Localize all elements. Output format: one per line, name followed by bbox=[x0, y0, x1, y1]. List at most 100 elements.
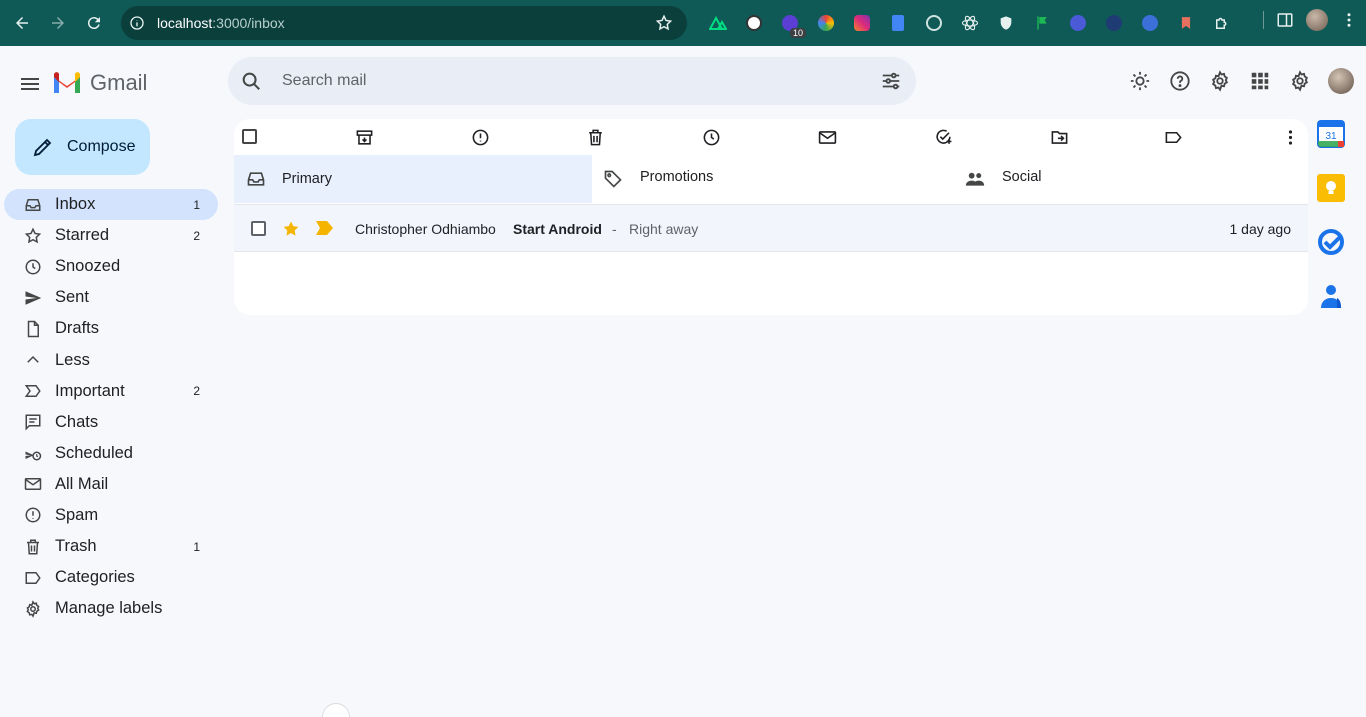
sidebar-item-less[interactable]: Less bbox=[0, 344, 218, 375]
extension-color-icon[interactable] bbox=[808, 10, 844, 36]
add-task-icon[interactable] bbox=[933, 127, 953, 147]
sidebar-item-starred[interactable]: Starred 2 bbox=[0, 220, 218, 251]
sidebar-item-important[interactable]: Important 2 bbox=[0, 376, 218, 407]
compose-button[interactable]: Compose bbox=[15, 119, 150, 175]
search-options-icon[interactable] bbox=[880, 70, 902, 92]
gmail-logo[interactable]: Gmail bbox=[52, 70, 147, 96]
mark-unread-icon[interactable] bbox=[817, 127, 837, 147]
sidebar-item-trash[interactable]: Trash 1 bbox=[0, 531, 218, 562]
extension-bookmark-icon[interactable] bbox=[1168, 10, 1204, 36]
select-all-checkbox[interactable] bbox=[242, 129, 257, 144]
side-panel-icon[interactable] bbox=[1276, 11, 1294, 29]
browser-menu-icon[interactable] bbox=[1340, 11, 1358, 29]
gear-icon bbox=[1291, 70, 1309, 92]
people-icon bbox=[964, 168, 986, 190]
forward-button[interactable] bbox=[40, 5, 76, 41]
sidebar-item-manage-labels[interactable]: Manage labels bbox=[0, 593, 218, 624]
svg-text:31: 31 bbox=[1325, 131, 1337, 142]
bookmark-star-icon[interactable] bbox=[655, 14, 673, 32]
mail-snippet: Right away bbox=[629, 221, 699, 237]
send-icon bbox=[24, 289, 42, 307]
apps-button[interactable] bbox=[1240, 66, 1280, 96]
report-spam-icon[interactable] bbox=[470, 127, 490, 147]
sidebar-item-spam[interactable]: Spam bbox=[0, 500, 218, 531]
reload-icon bbox=[87, 17, 100, 30]
extensions-bar: 10 bbox=[700, 10, 1240, 38]
tab-primary[interactable]: Primary bbox=[234, 155, 592, 203]
snooze-icon[interactable] bbox=[701, 127, 721, 147]
important-marker-icon[interactable] bbox=[316, 221, 333, 235]
back-button[interactable] bbox=[4, 5, 40, 41]
tab-promotions[interactable]: Promotions bbox=[592, 155, 954, 203]
sidebar-item-label: Important bbox=[55, 381, 125, 400]
address-bar[interactable]: localhost:3000/inbox bbox=[121, 6, 687, 40]
extension-target-icon[interactable] bbox=[916, 10, 952, 36]
table-row[interactable]: Christopher Odhiambo Start Android - Rig… bbox=[234, 204, 1308, 252]
delete-icon[interactable] bbox=[585, 127, 605, 147]
browser-toolbar: localhost:3000/inbox 10 bbox=[0, 0, 1366, 46]
trash-icon bbox=[24, 538, 42, 556]
extension-shield-icon[interactable] bbox=[988, 10, 1024, 36]
sidebar-item-all-mail[interactable]: All Mail bbox=[0, 469, 218, 500]
spam-icon bbox=[24, 506, 42, 524]
calendar-app-icon[interactable]: 31 bbox=[1316, 119, 1346, 149]
important-icon bbox=[24, 382, 42, 400]
side-panel-toggle[interactable] bbox=[322, 703, 350, 717]
more-options-icon[interactable] bbox=[1280, 127, 1300, 147]
sidebar-item-label: Drafts bbox=[55, 319, 100, 338]
contacts-app-icon[interactable] bbox=[1316, 281, 1346, 311]
mail-subject: Start Android bbox=[513, 221, 602, 237]
extension-clock-icon[interactable] bbox=[736, 10, 772, 36]
settings-secondary-button[interactable] bbox=[1280, 66, 1320, 96]
sidebar-item-categories[interactable]: Categories bbox=[0, 562, 218, 593]
sidebar-item-drafts[interactable]: Drafts bbox=[0, 313, 218, 344]
archive-icon[interactable] bbox=[354, 127, 374, 147]
tag-icon bbox=[602, 168, 624, 190]
extension-react-icon[interactable] bbox=[952, 10, 988, 36]
extension-docs-icon[interactable] bbox=[880, 10, 916, 36]
search-bar bbox=[228, 57, 916, 105]
sidebar-item-scheduled[interactable]: Scheduled bbox=[0, 438, 218, 469]
sidebar-item-chats[interactable]: Chats bbox=[0, 407, 218, 438]
label-as-icon[interactable] bbox=[1163, 127, 1183, 147]
label-icon bbox=[24, 569, 42, 587]
search-icon[interactable] bbox=[240, 70, 262, 92]
browser-profile-avatar[interactable] bbox=[1306, 9, 1328, 31]
sidebar-item-inbox[interactable]: Inbox 1 bbox=[4, 189, 218, 221]
search-input[interactable] bbox=[282, 72, 842, 90]
sidebar-item-sent[interactable]: Sent bbox=[0, 282, 218, 313]
tasks-app-icon[interactable] bbox=[1316, 227, 1346, 257]
tab-label: Promotions bbox=[640, 169, 714, 185]
row-checkbox[interactable] bbox=[251, 221, 266, 236]
settings-button[interactable] bbox=[1200, 66, 1240, 96]
main-menu-icon[interactable] bbox=[18, 72, 42, 96]
extension-check-icon[interactable] bbox=[1096, 10, 1132, 36]
account-avatar[interactable] bbox=[1328, 68, 1354, 94]
keep-app-icon[interactable] bbox=[1316, 173, 1346, 203]
theme-toggle-button[interactable] bbox=[1120, 66, 1160, 96]
sidebar-nav: Inbox 1 Starred 2 Snoozed Sent Drafts Le… bbox=[0, 189, 226, 624]
browser-right-controls bbox=[1263, 9, 1358, 31]
sidebar-item-label: Starred bbox=[55, 226, 110, 245]
tab-social[interactable]: Social bbox=[954, 155, 1308, 203]
extension-flag-icon[interactable] bbox=[1024, 10, 1060, 36]
extension-gear-icon[interactable] bbox=[1060, 10, 1096, 36]
inbox-icon bbox=[245, 168, 267, 190]
star-icon[interactable] bbox=[281, 219, 301, 239]
move-to-icon[interactable] bbox=[1049, 127, 1069, 147]
support-button[interactable] bbox=[1160, 66, 1200, 96]
reload-button[interactable] bbox=[76, 5, 112, 41]
extensions-puzzle-icon[interactable] bbox=[1204, 10, 1240, 36]
chevron-up-icon bbox=[24, 351, 42, 369]
mail-separator: - bbox=[612, 221, 617, 237]
side-apps-rail: 31 bbox=[1316, 119, 1348, 335]
arrow-left-icon bbox=[16, 17, 28, 29]
sidebar-item-count: 2 bbox=[193, 228, 200, 243]
sidebar-item-snoozed[interactable]: Snoozed bbox=[0, 251, 218, 282]
extension-instagram-icon[interactable] bbox=[844, 10, 880, 36]
extension-nuxt-icon[interactable] bbox=[700, 10, 736, 36]
extension-vpn-icon[interactable] bbox=[1132, 10, 1168, 36]
compose-label: Compose bbox=[67, 138, 136, 155]
help-icon bbox=[1170, 71, 1190, 91]
extension-cap-icon[interactable]: 10 bbox=[772, 10, 808, 38]
